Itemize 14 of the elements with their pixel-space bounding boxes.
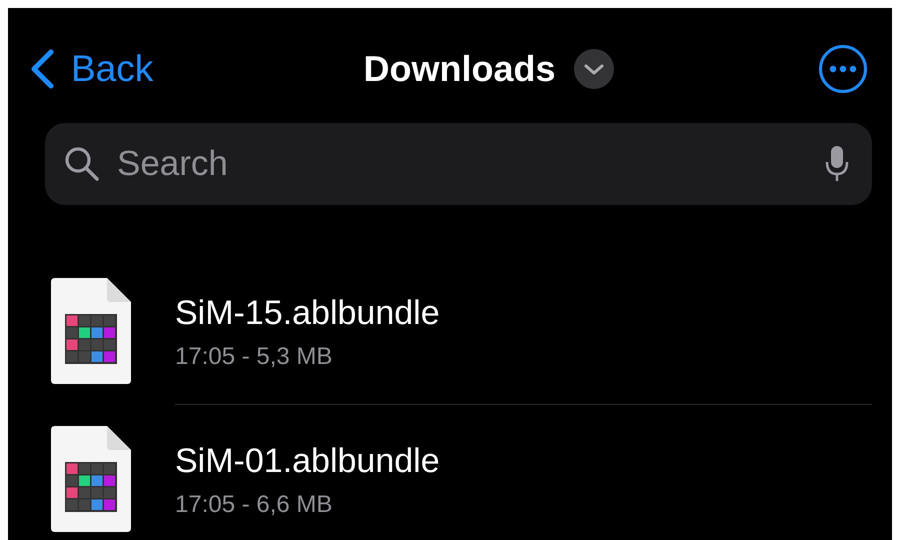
file-icon[interactable] [49,276,133,386]
chevron-down-icon[interactable] [574,49,614,89]
more-icon[interactable] [818,44,868,94]
file-name[interactable]: SiM-15.ablbundle [175,294,872,333]
back-button[interactable]: Back [29,48,154,90]
file-icon[interactable] [49,424,133,534]
folder-title: Downloads [364,48,556,90]
chevron-left-icon [29,49,55,89]
file-name[interactable]: SiM-01.ablbundle [175,442,872,481]
microphone-icon[interactable] [824,144,850,184]
search-icon [63,145,101,183]
search-field[interactable]: Search [45,123,872,205]
file-details: 17:05 - 5,3 MB [175,343,334,371]
file-details: 17:05 - 6,6 MB [175,491,334,519]
